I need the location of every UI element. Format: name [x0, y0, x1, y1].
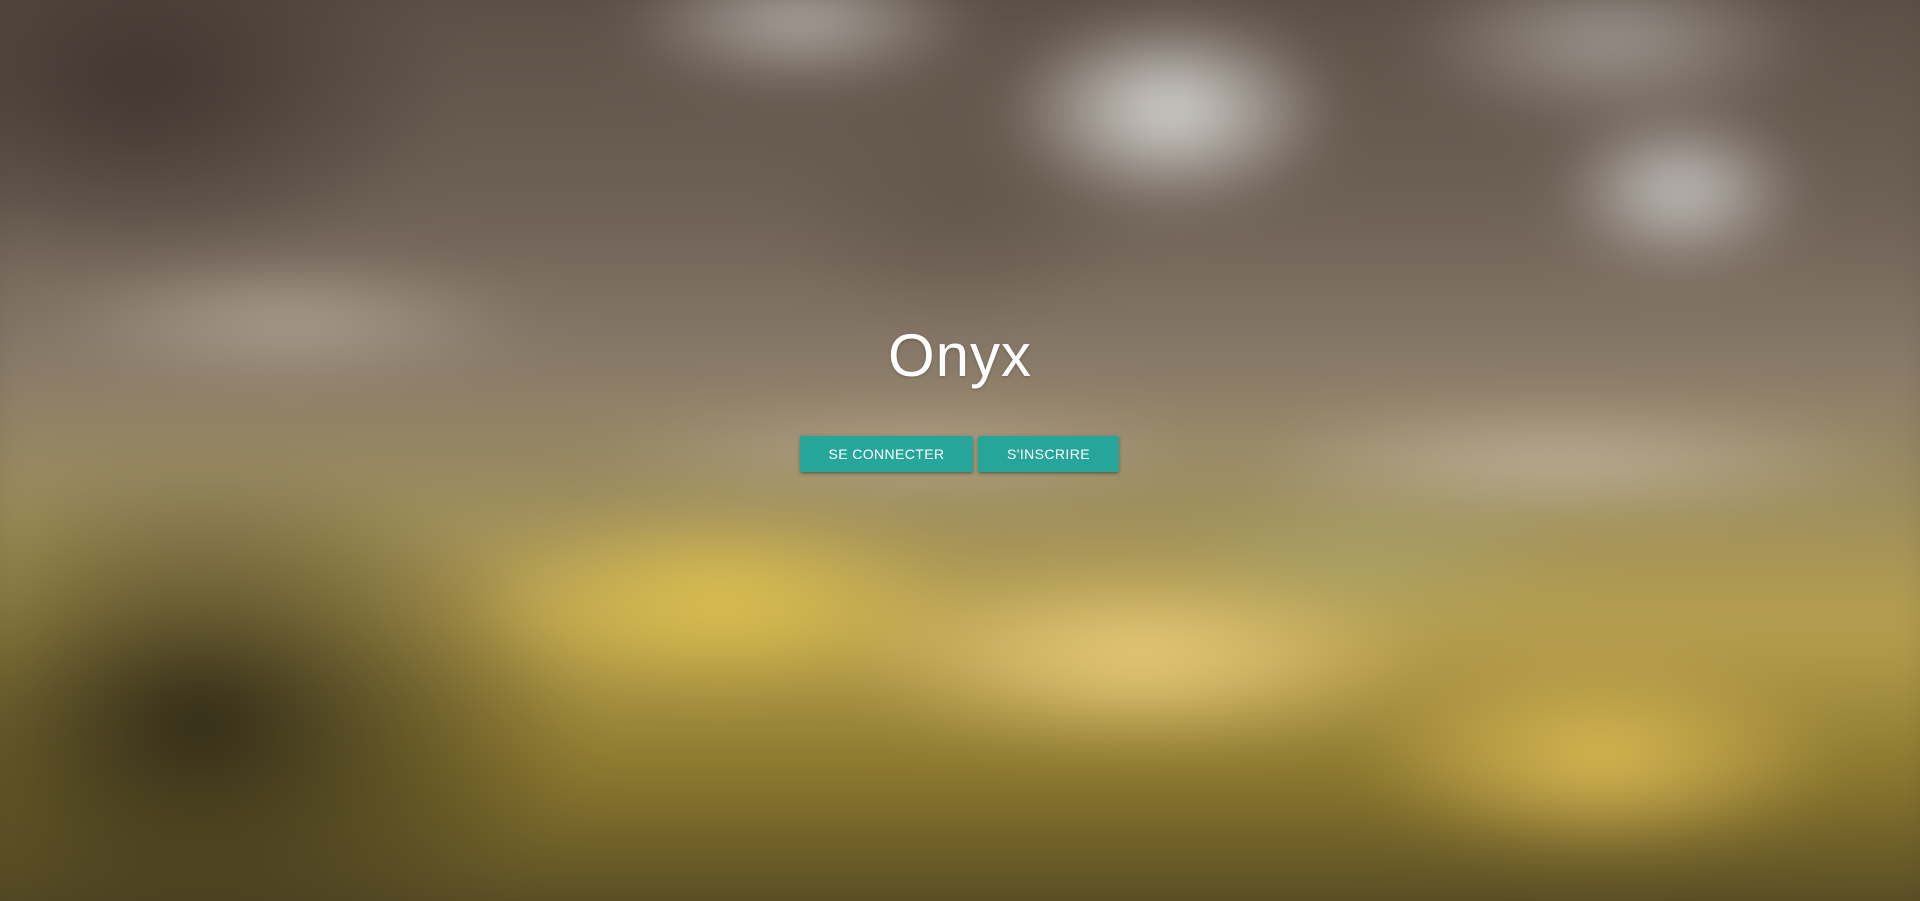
landing-content: Onyx SE CONNECTER S'INSCRIRE	[0, 0, 1920, 901]
login-button[interactable]: SE CONNECTER	[800, 436, 973, 472]
app-title: Onyx	[887, 322, 1033, 389]
landing-page: Onyx SE CONNECTER S'INSCRIRE	[0, 0, 1920, 901]
signup-button[interactable]: S'INSCRIRE	[978, 436, 1119, 472]
auth-actions: SE CONNECTER S'INSCRIRE	[800, 436, 1119, 472]
